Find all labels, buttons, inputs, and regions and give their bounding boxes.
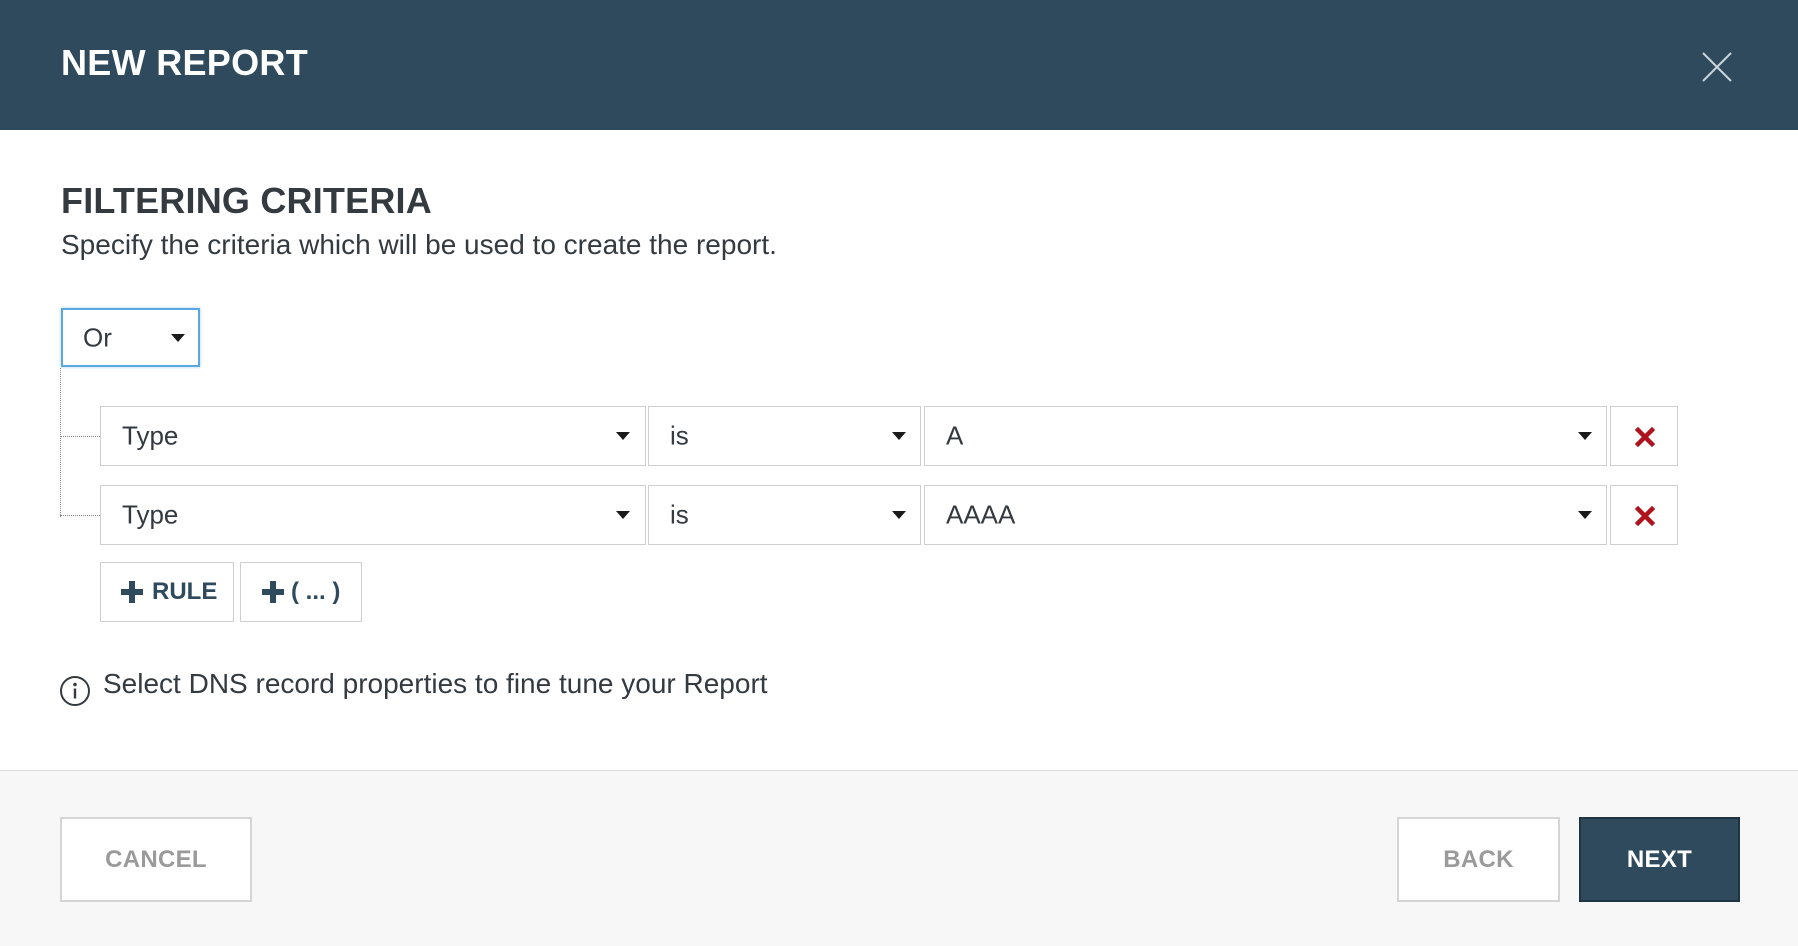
next-button[interactable]: NEXT bbox=[1579, 817, 1740, 902]
caret-down-icon bbox=[616, 432, 630, 440]
add-rule-button[interactable]: RULE bbox=[100, 562, 234, 622]
delete-rule-button[interactable] bbox=[1610, 485, 1678, 545]
rule-value-value: A bbox=[946, 420, 964, 451]
add-group-label: ( ... ) bbox=[291, 578, 341, 605]
add-group-button[interactable]: ( ... ) bbox=[240, 562, 362, 622]
info-text: Select DNS record properties to fine tun… bbox=[103, 668, 768, 699]
close-icon bbox=[1702, 52, 1732, 82]
group-operator-select[interactable]: Or bbox=[61, 308, 200, 367]
cancel-button[interactable]: CANCEL bbox=[60, 817, 252, 902]
group-operator-value: Or bbox=[83, 322, 112, 352]
rule-value-select[interactable]: AAAA bbox=[924, 485, 1607, 545]
tree-branch bbox=[60, 436, 100, 437]
plus-icon bbox=[121, 581, 143, 603]
rule-value-select[interactable]: A bbox=[924, 406, 1607, 466]
delete-x-icon bbox=[1635, 427, 1655, 447]
dialog-title: NEW REPORT bbox=[61, 42, 309, 83]
new-report-dialog: NEW REPORT FILTERING CRITERIA Specify th… bbox=[0, 0, 1798, 946]
rule-field-value: Type bbox=[122, 420, 179, 451]
section-subtitle: Specify the criteria which will be used … bbox=[61, 229, 777, 260]
caret-down-icon bbox=[892, 432, 906, 440]
caret-down-icon bbox=[1578, 432, 1592, 440]
rule-value-value: AAAA bbox=[946, 499, 1016, 530]
rule-operator-value: is bbox=[670, 499, 689, 530]
plus-icon bbox=[262, 581, 284, 603]
caret-down-icon bbox=[616, 511, 630, 519]
dialog-header: NEW REPORT bbox=[0, 0, 1798, 130]
rule-field-select[interactable]: Type bbox=[100, 406, 646, 466]
delete-x-icon bbox=[1635, 506, 1655, 526]
tree-connector bbox=[60, 368, 61, 517]
rule-operator-value: is bbox=[670, 420, 689, 451]
back-button[interactable]: BACK bbox=[1397, 817, 1560, 902]
rule-field-select[interactable]: Type bbox=[100, 485, 646, 545]
rule-operator-select[interactable]: is bbox=[648, 406, 921, 466]
caret-down-icon bbox=[892, 511, 906, 519]
close-button[interactable] bbox=[1697, 47, 1737, 87]
caret-down-icon bbox=[171, 333, 185, 342]
info-icon bbox=[59, 675, 91, 707]
add-rule-label: RULE bbox=[152, 578, 218, 605]
rule-field-value: Type bbox=[122, 499, 179, 530]
rule-operator-select[interactable]: is bbox=[648, 485, 921, 545]
caret-down-icon bbox=[1578, 511, 1592, 519]
section-title: FILTERING CRITERIA bbox=[61, 180, 432, 221]
dialog-footer: CANCEL BACK NEXT bbox=[0, 770, 1798, 946]
tree-branch bbox=[60, 515, 100, 516]
delete-rule-button[interactable] bbox=[1610, 406, 1678, 466]
